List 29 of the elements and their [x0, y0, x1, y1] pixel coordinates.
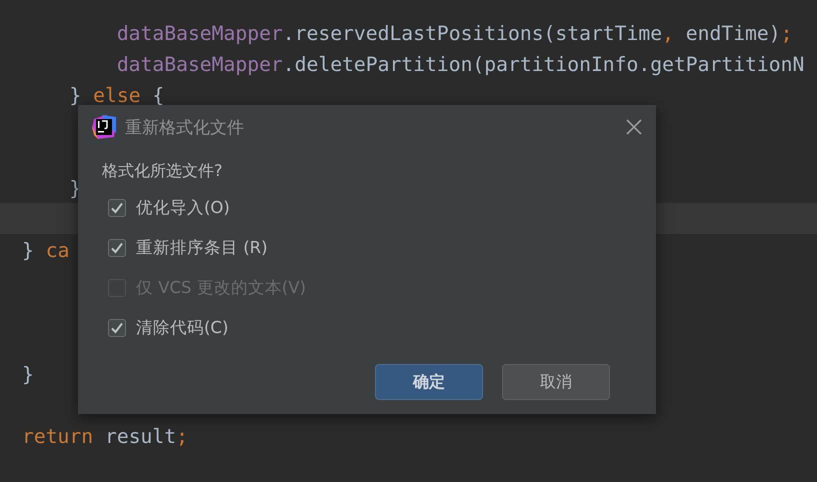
code-token: } [22, 364, 34, 385]
checkbox[interactable] [108, 199, 126, 217]
dialog-title: 重新格式化文件 [125, 116, 245, 138]
checkbox-label: 重新排序条目 (R) [136, 237, 268, 259]
code-token: endTime) [686, 24, 781, 44]
code-token: { [152, 86, 164, 106]
code-token: result [104, 426, 176, 447]
code-token: .deletePartition(partitionInfo.getPartitionN [282, 54, 804, 75]
code-token: ; [780, 24, 792, 44]
code-token: dataBaseMapper [116, 54, 283, 75]
checkbox[interactable] [108, 319, 126, 337]
code-token: ; [176, 426, 188, 447]
code-token: } [69, 86, 82, 106]
code-token: } [69, 178, 82, 199]
app-logo-icon [92, 115, 116, 139]
cancel-button[interactable]: 取消 [502, 364, 610, 400]
code-token: .reservedLastPositions(startTime [282, 24, 662, 44]
code-token: , [662, 24, 674, 44]
checkbox-label: 清除代码(C) [136, 317, 228, 339]
code-token: else [93, 86, 141, 106]
code-token: return [22, 426, 94, 447]
code-token: ca [46, 240, 70, 261]
code-token: dataBaseMapper [116, 24, 283, 44]
checkbox-label: 优化导入(O) [136, 197, 230, 219]
prompt-text: 格式化所选文件? [102, 161, 224, 182]
close-icon[interactable] [626, 119, 642, 135]
checkbox[interactable] [108, 239, 126, 257]
ok-button[interactable]: 确定 [375, 364, 483, 400]
code-token: } [22, 240, 34, 261]
